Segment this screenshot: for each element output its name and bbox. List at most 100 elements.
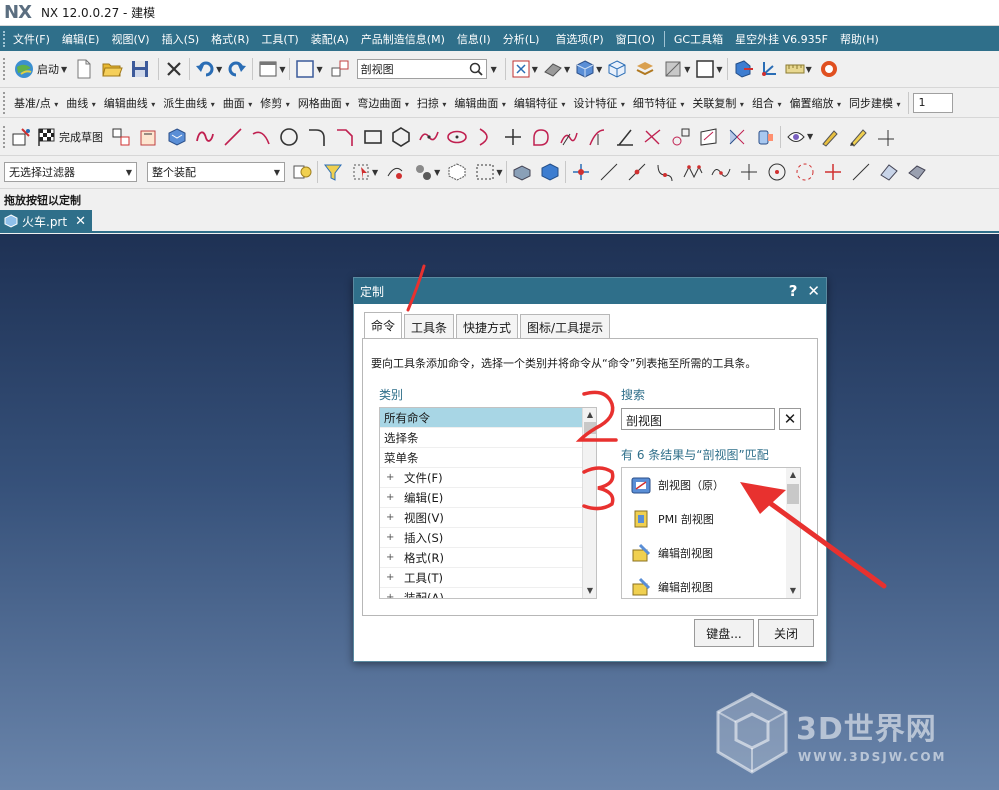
category-item-format[interactable]: + 格式(R) [380,548,596,568]
type-filter-select[interactable]: 无选择过滤器 ▼ [4,162,137,182]
snap-bounded-icon[interactable] [906,161,928,183]
line-icon[interactable] [222,126,244,148]
scroll-thumb[interactable] [787,484,799,504]
plugin-icon[interactable] [818,58,840,80]
snap-quadrant-icon[interactable] [794,161,816,183]
menu-mesh-surface[interactable]: 网格曲面 ▾ [294,95,354,111]
menu-assembly[interactable]: 装配(A) [305,31,355,47]
show-hide-icon[interactable] [785,126,807,148]
chevron-down-icon[interactable]: ▼ [532,65,538,74]
menu-design-feature[interactable]: 设计特征 ▾ [569,95,629,111]
chevron-down-icon[interactable]: ▼ [434,168,440,177]
result-item-edit-section-view-2[interactable]: 编辑剖视图 [622,570,800,598]
circle-icon[interactable] [278,126,300,148]
expand-icon[interactable]: + [386,552,396,563]
start-button[interactable]: 启动 ▼ [10,55,70,83]
snap-line-icon[interactable] [598,161,620,183]
menu-edit-surface[interactable]: 编辑曲面 ▾ [450,95,510,111]
snap-curve-icon[interactable] [654,161,676,183]
view-frame-icon[interactable] [294,58,316,80]
quick-extend-icon[interactable] [614,126,636,148]
background-icon[interactable] [694,58,716,80]
fillet-icon[interactable] [306,126,328,148]
arc-icon[interactable] [250,126,272,148]
menu-edit-feature[interactable]: 编辑特征 ▾ [510,95,570,111]
chevron-down-icon[interactable]: ▼ [716,65,722,74]
chevron-down-icon[interactable]: ▼ [596,65,602,74]
menu-pmi[interactable]: 产品制造信息(M) [355,31,451,47]
scroll-up-icon[interactable]: ▲ [786,468,800,482]
derived-line-icon[interactable] [558,126,580,148]
category-item-menu-bar[interactable]: 菜单条 [380,448,596,468]
profile-icon[interactable] [194,126,216,148]
menu-detail-feature[interactable]: 细节特征 ▾ [629,95,689,111]
finish-sketch-button[interactable]: 完成草图 [32,123,106,151]
close-button[interactable]: 关闭 [758,619,814,647]
category-item-selection-bar[interactable]: 选择条 [380,428,596,448]
menu-curve[interactable]: 曲线 ▾ [62,95,100,111]
shaded-cube-icon[interactable] [574,58,596,80]
select-all-filter-icon[interactable] [350,161,372,183]
scroll-thumb[interactable] [584,422,596,434]
help-icon[interactable]: ? [789,282,798,300]
expand-icon[interactable]: + [386,572,396,583]
clear-search-button[interactable]: ✕ [779,408,801,430]
keyboard-button[interactable]: 键盘... [694,619,754,647]
tab-toolbars[interactable]: 工具条 [404,314,455,338]
quick-trim-icon[interactable] [586,126,608,148]
rectangle-icon[interactable] [362,126,384,148]
pencil-icon[interactable] [847,126,869,148]
render-style-icon[interactable] [542,58,564,80]
face-select-icon[interactable] [539,161,561,183]
chamfer-icon[interactable] [334,126,356,148]
scroll-down-icon[interactable]: ▼ [786,584,800,598]
open-folder-icon[interactable] [101,58,123,80]
expand-icon[interactable]: + [386,532,396,543]
toolbar-grip[interactable] [3,91,6,114]
menu-gc-toolbox[interactable]: GC工具箱 [668,31,729,47]
expand-icon[interactable]: + [386,492,396,503]
menu-file[interactable]: 文件(F) [7,31,56,47]
rectangle-select-icon[interactable] [474,161,496,183]
section-view-icon[interactable] [662,58,684,80]
snap-center-icon[interactable] [766,161,788,183]
menu-tools[interactable]: 工具(T) [255,31,304,47]
expand-icon[interactable]: + [386,512,396,523]
menu-combine[interactable]: 组合 ▾ [748,95,786,111]
axis-icon[interactable] [875,126,897,148]
menu-plugin[interactable]: 星空外挂 V6.935F [729,31,834,47]
menu-offset-scale[interactable]: 偏置缩放 ▾ [785,95,845,111]
command-finder-input[interactable]: 剖视图 [356,59,487,79]
filter-icon[interactable] [322,161,344,183]
sketch-palette-icon[interactable] [110,126,132,148]
constraint-icon[interactable] [670,126,692,148]
menu-view[interactable]: 视图(V) [105,31,155,47]
offset-curve-icon[interactable] [530,126,552,148]
chevron-down-icon[interactable]: ▼ [684,65,690,74]
document-tab[interactable]: 火车.prt ✕ [0,210,92,232]
result-item-edit-section-view[interactable]: 编辑剖视图 [622,536,800,570]
scroll-up-icon[interactable]: ▲ [583,408,596,422]
reattach-icon[interactable] [138,126,160,148]
redo-icon[interactable] [226,58,248,80]
spline-icon[interactable] [418,126,440,148]
category-item-tools[interactable]: + 工具(T) [380,568,596,588]
tab-shortcuts[interactable]: 快捷方式 [456,314,519,338]
new-file-icon[interactable] [73,58,95,80]
category-item-view[interactable]: + 视图(V) [380,508,596,528]
move-object-icon[interactable] [732,58,754,80]
menu-window[interactable]: 窗口(O) [610,31,661,47]
point-icon[interactable] [502,126,524,148]
update-model-icon[interactable] [166,126,188,148]
category-item-file[interactable]: + 文件(F) [380,468,596,488]
save-icon[interactable] [129,58,151,80]
menu-trim[interactable]: 修剪 ▾ [256,95,294,111]
dialog-title-bar[interactable]: 定制 ? ✕ [354,278,826,304]
expand-icon[interactable]: + [386,472,396,483]
category-item-all-commands[interactable]: 所有命令 [380,408,596,428]
menu-flange-surface[interactable]: 弯边曲面 ▾ [353,95,413,111]
menu-info[interactable]: 信息(I) [451,31,497,47]
menu-synchronous-modeling[interactable]: 同步建模 ▾ [845,95,905,111]
menu-surface[interactable]: 曲面 ▾ [219,95,257,111]
make-corner-icon[interactable] [642,126,664,148]
